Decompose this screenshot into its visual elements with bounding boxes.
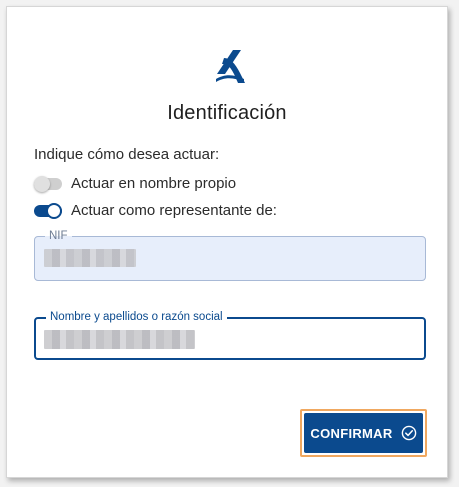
redacted-name-value <box>44 330 195 349</box>
representative-label: Actuar como representante de: <box>71 202 277 219</box>
identification-dialog: Identificación Indique cómo desea actuar… <box>6 6 448 478</box>
nif-legend: NIF <box>45 229 72 243</box>
confirm-button[interactable]: CONFIRMAR <box>304 413 423 453</box>
check-circle-icon <box>401 425 416 441</box>
own-behalf-toggle[interactable] <box>34 175 62 192</box>
dialog-title: Identificación <box>167 102 287 124</box>
representative-toggle[interactable] <box>34 202 62 219</box>
nif-field[interactable]: NIF <box>34 229 426 281</box>
confirm-label: CONFIRMAR <box>310 425 393 441</box>
name-legend: Nombre y apellidos o razón social <box>46 310 227 324</box>
option-representative[interactable]: Actuar como representante de: <box>34 202 277 219</box>
action-prompt: Indique cómo desea actuar: <box>34 146 220 163</box>
own-behalf-label: Actuar en nombre propio <box>71 175 237 192</box>
agency-logo-icon <box>216 50 245 83</box>
option-own-behalf[interactable]: Actuar en nombre propio <box>34 175 236 192</box>
name-field[interactable]: Nombre y apellidos o razón social <box>34 310 426 360</box>
confirm-focus-ring: CONFIRMAR <box>300 409 427 457</box>
toggle-knob <box>34 175 50 192</box>
toggle-knob <box>46 202 62 219</box>
redacted-nif-value <box>44 249 136 267</box>
